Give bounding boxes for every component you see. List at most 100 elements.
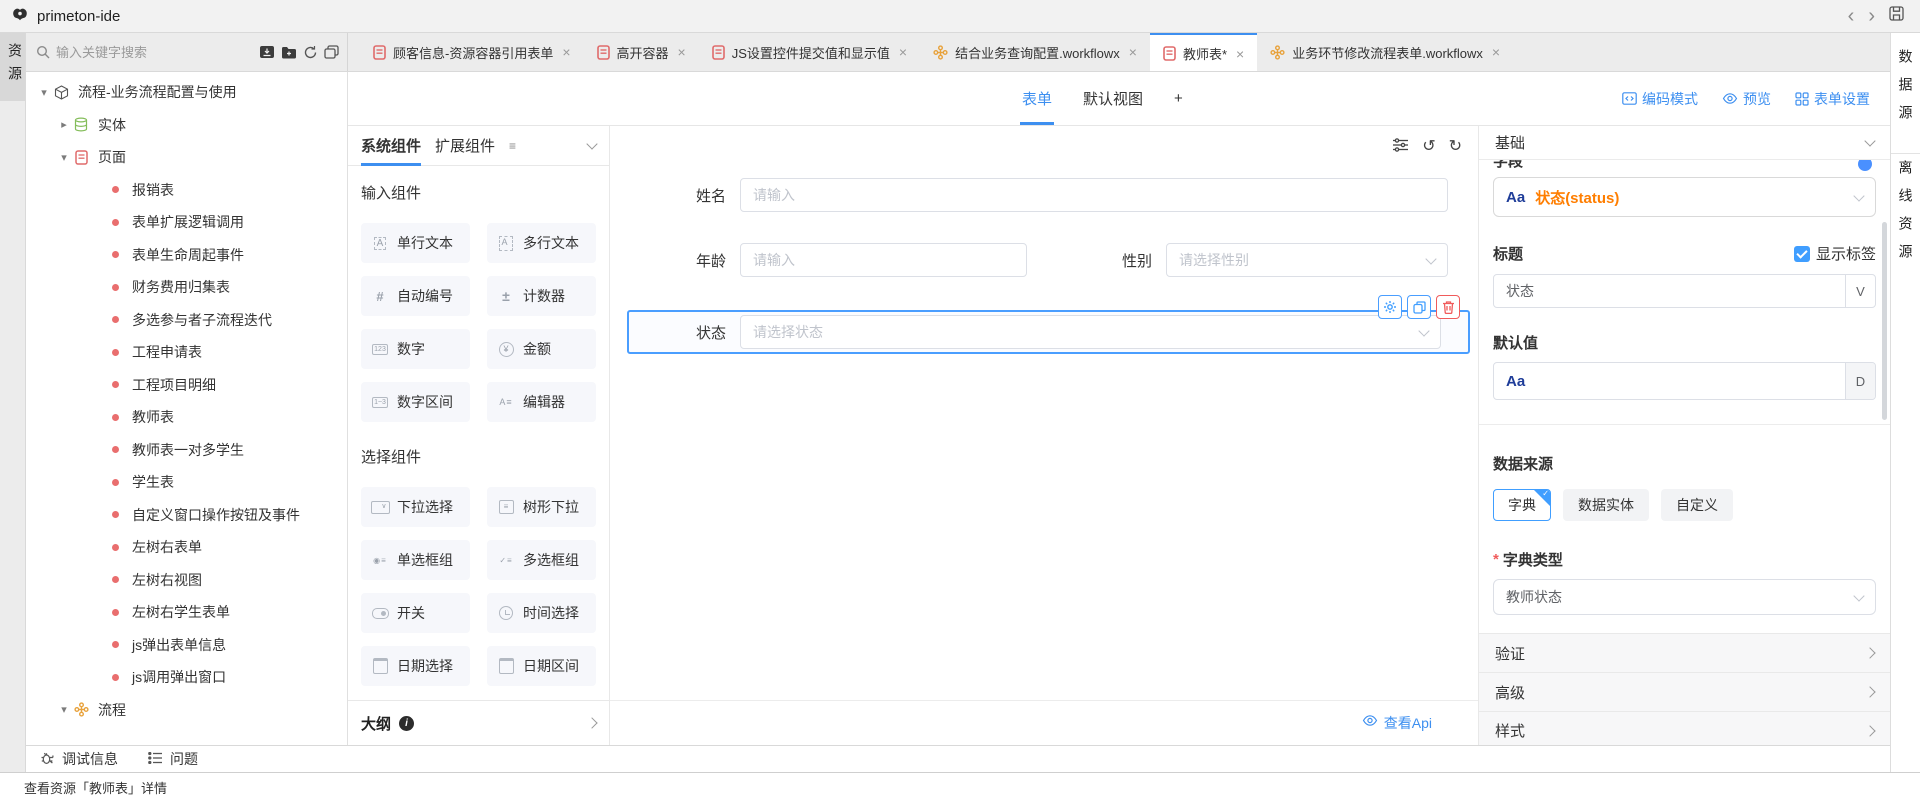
tree-item[interactable]: 表单扩展逻辑调用 <box>26 206 347 239</box>
search-input[interactable] <box>56 45 253 60</box>
delete-field-button[interactable] <box>1436 295 1460 319</box>
redo-icon[interactable]: ↻ <box>1449 139 1462 155</box>
close-icon[interactable]: × <box>678 44 686 60</box>
form-action-button[interactable]: 编码模式 <box>1622 89 1698 109</box>
tree-expand-icon[interactable] <box>36 86 52 99</box>
palette-component[interactable]: 单选框组 <box>361 540 470 580</box>
sidebar-tab-datasource[interactable]: 数据源 <box>1896 43 1916 153</box>
status-select[interactable]: 请选择状态 <box>740 315 1441 349</box>
tree-item[interactable]: 教师表 <box>26 401 347 434</box>
palette-component[interactable]: 数字区间 <box>361 382 470 422</box>
palette-component[interactable]: 日期选择 <box>361 646 470 686</box>
collapsed-section-row[interactable]: 样式 <box>1479 711 1890 745</box>
outline-row[interactable]: 大纲 i <box>348 700 609 745</box>
scrollbar[interactable] <box>1882 222 1887 420</box>
field-settings-icon[interactable] <box>1392 138 1409 157</box>
collapse-palette-icon[interactable] <box>586 138 597 149</box>
palette-tab-extension[interactable]: 扩展组件 <box>435 126 495 165</box>
tree-item[interactable]: 左树右学生表单 <box>26 596 347 629</box>
form-action-button[interactable]: 表单设置 <box>1795 89 1870 109</box>
palette-tab-system[interactable]: 系统组件 <box>361 126 421 165</box>
tree-item[interactable]: 财务费用归集表 <box>26 271 347 304</box>
undo-icon[interactable]: ↺ <box>1422 139 1435 155</box>
tree-item[interactable]: 左树右视图 <box>26 564 347 597</box>
palette-component[interactable]: 金额 <box>487 329 596 369</box>
palette-component[interactable]: 数字 <box>361 329 470 369</box>
tree-item[interactable]: 页面 <box>26 141 347 174</box>
history-back-icon[interactable]: ‹ <box>1848 6 1855 26</box>
close-icon[interactable]: × <box>1236 46 1244 62</box>
palette-menu-icon[interactable]: ≡ <box>509 139 516 153</box>
gender-select[interactable]: 请选择性别 <box>1166 243 1448 277</box>
default-suffix-button[interactable]: D <box>1845 363 1875 399</box>
tree-item[interactable]: 左树右表单 <box>26 531 347 564</box>
editor-tab[interactable]: 结合业务查询配置.workflowx × <box>920 33 1150 71</box>
sidebar-tab-resources[interactable]: 资源 <box>0 33 25 101</box>
debug-info-tab[interactable]: 调试信息 <box>40 749 118 769</box>
palette-component[interactable]: 自动编号 <box>361 276 470 316</box>
tree-item[interactable]: 流程-业务流程配置与使用 <box>26 76 347 109</box>
save-icon[interactable] <box>1889 6 1904 26</box>
tree-item[interactable]: 学生表 <box>26 466 347 499</box>
tree-item[interactable]: 工程申请表 <box>26 336 347 369</box>
refresh-icon[interactable] <box>303 45 318 60</box>
palette-component[interactable]: 树形下拉 <box>487 487 596 527</box>
field-binding-select[interactable]: Aa 状态(status) <box>1493 177 1876 217</box>
view-api-link[interactable]: 查看Api <box>1384 713 1432 733</box>
history-forward-icon[interactable]: › <box>1868 6 1875 26</box>
editor-tab[interactable]: 教师表* × <box>1150 33 1257 71</box>
view-tab[interactable]: + <box>1172 72 1185 125</box>
collapsed-section-row[interactable]: 验证 <box>1479 633 1890 672</box>
view-tab[interactable]: 默认视图 <box>1081 72 1145 125</box>
partial-toggle-icon[interactable] <box>1858 160 1872 171</box>
tree-item[interactable]: 自定义窗口操作按钮及事件 <box>26 499 347 532</box>
editor-tab[interactable]: 业务环节修改流程表单.workflowx × <box>1257 33 1513 71</box>
new-folder-icon[interactable] <box>281 46 297 59</box>
collapse-panels-icon[interactable] <box>324 45 339 59</box>
palette-component[interactable]: 下拉选择 <box>361 487 470 527</box>
show-label-checkbox[interactable] <box>1794 246 1810 262</box>
problems-tab[interactable]: 问题 <box>148 749 198 769</box>
palette-component[interactable]: 计数器 <box>487 276 596 316</box>
tree-item[interactable]: 教师表一对多学生 <box>26 434 347 467</box>
age-input[interactable] <box>740 243 1027 277</box>
form-field-row[interactable]: 姓名 <box>610 178 1478 212</box>
copy-field-button[interactable] <box>1407 295 1431 319</box>
form-action-button[interactable]: 预览 <box>1722 89 1771 109</box>
tree-expand-icon[interactable] <box>56 118 72 131</box>
close-icon[interactable]: × <box>899 44 907 60</box>
tree-item[interactable]: 表单生命周起事件 <box>26 239 347 272</box>
sidebar-tab-offline-resources[interactable]: 离线资源 <box>1896 154 1916 292</box>
palette-component[interactable]: 单行文本 <box>361 223 470 263</box>
tree-item[interactable]: js弹出表单信息 <box>26 629 347 662</box>
palette-component[interactable]: 编辑器 <box>487 382 596 422</box>
data-source-option[interactable]: 字典 <box>1493 489 1551 521</box>
collapsed-section-row[interactable]: 高级 <box>1479 672 1890 711</box>
variable-suffix-button[interactable]: V <box>1845 275 1875 307</box>
palette-component[interactable]: 日期区间 <box>487 646 596 686</box>
tree-item[interactable]: 流程 <box>26 694 347 727</box>
form-field-row[interactable]: 年龄 性别 请选择性别 <box>610 243 1478 277</box>
selected-field-row[interactable]: 状态 请选择状态 <box>627 310 1470 354</box>
close-icon[interactable]: × <box>1492 44 1500 60</box>
editor-tab[interactable]: 高开容器 × <box>584 33 699 71</box>
palette-component[interactable]: 多选框组 <box>487 540 596 580</box>
tree-item[interactable]: 工程项目明细 <box>26 369 347 402</box>
data-source-option[interactable]: 数据实体 <box>1563 489 1649 521</box>
palette-component[interactable]: 开关 <box>361 593 470 633</box>
data-source-option[interactable]: 自定义 <box>1661 489 1733 521</box>
default-value-input[interactable]: Aa D <box>1493 362 1876 400</box>
editor-tab[interactable]: 顾客信息-资源容器引用表单 × <box>360 33 584 71</box>
tree-item[interactable]: 多选参与者子流程迭代 <box>26 304 347 337</box>
properties-header[interactable]: 基础 <box>1479 126 1890 160</box>
title-input[interactable] <box>1494 283 1845 299</box>
tree-expand-icon[interactable] <box>56 703 72 716</box>
close-icon[interactable]: × <box>562 44 570 60</box>
palette-component[interactable]: 时间选择 <box>487 593 596 633</box>
editor-tab[interactable]: JS设置控件提交值和显示值 × <box>699 33 920 71</box>
tree-item[interactable]: 报销表 <box>26 174 347 207</box>
tree-item[interactable]: 实体 <box>26 109 347 142</box>
dict-type-select[interactable]: 教师状态 <box>1493 579 1876 615</box>
view-tab[interactable]: 表单 <box>1020 72 1054 125</box>
name-input[interactable] <box>740 178 1448 212</box>
